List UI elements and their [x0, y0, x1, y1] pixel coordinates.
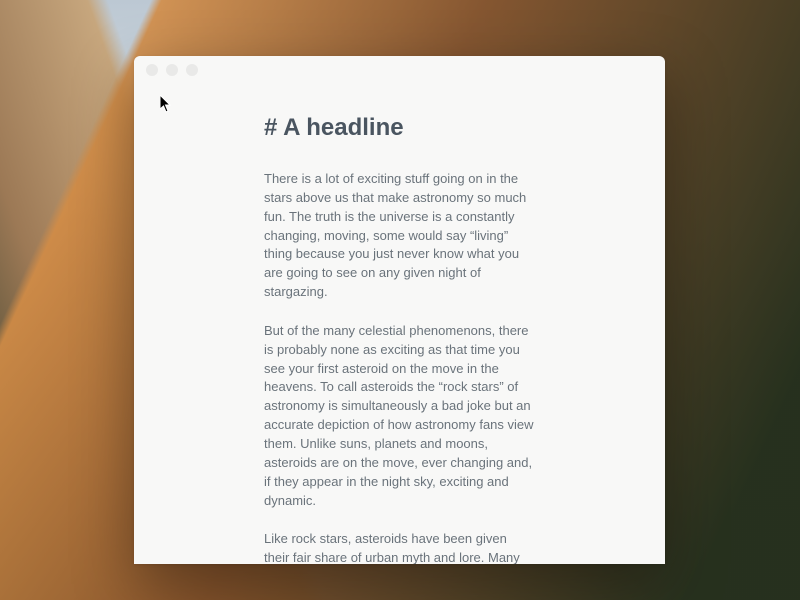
close-icon[interactable]	[146, 64, 158, 76]
minimize-icon[interactable]	[166, 64, 178, 76]
zoom-icon[interactable]	[186, 64, 198, 76]
document-paragraph[interactable]: But of the many celestial phenomenons, t…	[264, 322, 535, 510]
editor-window: # A headline There is a lot of exciting …	[134, 56, 665, 564]
window-titlebar[interactable]	[134, 56, 665, 84]
document-content[interactable]: # A headline There is a lot of exciting …	[134, 84, 665, 564]
document-headline[interactable]: # A headline	[264, 114, 535, 142]
document-paragraph[interactable]: There is a lot of exciting stuff going o…	[264, 170, 535, 302]
document-paragraph[interactable]: Like rock stars, asteroids have been giv…	[264, 530, 535, 564]
